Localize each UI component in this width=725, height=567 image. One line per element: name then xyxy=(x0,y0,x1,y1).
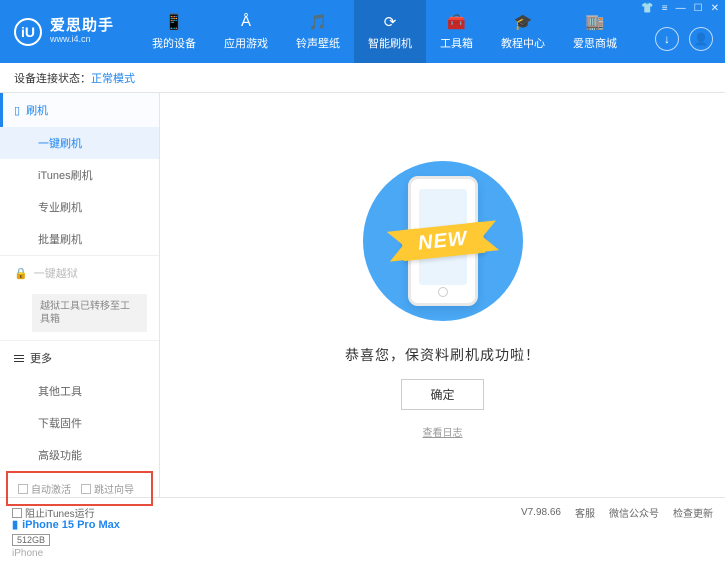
main-content: NEW 恭喜您，保资料刷机成功啦！ 确定 查看日志 xyxy=(160,93,725,497)
skip-guide-checkbox[interactable]: 跳过向导 xyxy=(81,481,134,496)
app-title: 爱思助手 xyxy=(50,18,114,35)
device-type: iPhone xyxy=(12,548,147,559)
checkbox-label: 阻止iTunes运行 xyxy=(25,505,95,520)
nav-label: 智能刷机 xyxy=(368,35,412,51)
app-url: www.i4.cn xyxy=(50,35,114,45)
checkbox-label: 跳过向导 xyxy=(94,481,134,496)
sidebar-item-download-firmware[interactable]: 下载固件 xyxy=(0,407,159,439)
sidebar-item-batch-flash[interactable]: 批量刷机 xyxy=(0,223,159,255)
tutorial-icon: 🎓 xyxy=(514,13,532,31)
sidebar-item-pro-flash[interactable]: 专业刷机 xyxy=(0,191,159,223)
hamburger-icon xyxy=(14,355,24,362)
download-button[interactable]: ↓ xyxy=(655,27,679,51)
device-info: ▮ iPhone 15 Pro Max 512GB iPhone xyxy=(0,512,159,567)
window-controls: 👕 ≡ — ☐ ✕ xyxy=(641,3,719,14)
nav-label: 铃声壁纸 xyxy=(296,35,340,51)
jailbreak-moved-note: 越狱工具已转移至工具箱 xyxy=(32,294,147,332)
flash-icon: ⟳ xyxy=(381,13,399,31)
menu-button[interactable]: ≡ xyxy=(662,3,668,14)
lock-icon: 🔒 xyxy=(14,267,28,280)
wechat-link[interactable]: 微信公众号 xyxy=(609,505,659,520)
nav-label: 工具箱 xyxy=(440,35,473,51)
nav-toolbox[interactable]: 🧰 工具箱 xyxy=(426,0,487,63)
version-label: V7.98.66 xyxy=(521,507,561,518)
sidebar-section-jailbreak: 🔒 一键越狱 xyxy=(0,256,159,290)
device-icon: 📱 xyxy=(165,13,183,31)
sidebar-item-other-tools[interactable]: 其他工具 xyxy=(0,375,159,407)
success-message: 恭喜您，保资料刷机成功啦！ xyxy=(345,345,540,365)
close-button[interactable]: ✕ xyxy=(711,3,719,14)
customer-service-link[interactable]: 客服 xyxy=(575,505,595,520)
sidebar-item-oneclick-flash[interactable]: 一键刷机 xyxy=(0,127,159,159)
sidebar-item-advanced[interactable]: 高级功能 xyxy=(0,439,159,471)
ok-button[interactable]: 确定 xyxy=(401,379,483,410)
logo: iU 爱思助手 www.i4.cn xyxy=(0,18,128,46)
nav-my-device[interactable]: 📱 我的设备 xyxy=(138,0,210,63)
auto-activate-checkbox[interactable]: 自动激活 xyxy=(18,481,71,496)
nav-apps-games[interactable]: Å 应用游戏 xyxy=(210,0,282,63)
device-name-text: iPhone 15 Pro Max xyxy=(22,519,120,531)
maximize-button[interactable]: ☐ xyxy=(694,3,703,14)
sidebar-item-itunes-flash[interactable]: iTunes刷机 xyxy=(0,159,159,191)
ringtone-icon: 🎵 xyxy=(309,13,327,31)
block-itunes-checkbox[interactable]: 阻止iTunes运行 xyxy=(12,505,95,520)
options-row: 自动激活 跳过向导 xyxy=(6,471,153,506)
sidebar-section-more[interactable]: 更多 xyxy=(0,341,159,375)
sidebar-section-flash[interactable]: ▯ 刷机 xyxy=(0,93,159,127)
sidebar-header-label: 刷机 xyxy=(26,102,48,118)
nav-smart-flash[interactable]: ⟳ 智能刷机 xyxy=(354,0,426,63)
device-storage: 512GB xyxy=(12,534,50,546)
toolbox-icon: 🧰 xyxy=(448,13,466,31)
phone-icon: ▯ xyxy=(14,104,20,117)
store-icon: 🏬 xyxy=(586,13,604,31)
nav-label: 爱思商城 xyxy=(573,35,617,51)
logo-icon: iU xyxy=(14,18,42,46)
status-bar: 设备连接状态： 正常模式 xyxy=(0,63,725,93)
header-actions: ↓ 👤 xyxy=(655,27,713,51)
app-header: iU 爱思助手 www.i4.cn 📱 我的设备 Å 应用游戏 🎵 铃声壁纸 ⟳ 智能刷… xyxy=(0,0,725,63)
sidebar-header-label: 更多 xyxy=(30,350,52,366)
apps-icon: Å xyxy=(237,13,255,31)
status-value: 正常模式 xyxy=(91,70,135,86)
success-illustration: NEW xyxy=(353,151,533,331)
nav-tutorials[interactable]: 🎓 教程中心 xyxy=(487,0,559,63)
nav-ringtones[interactable]: 🎵 铃声壁纸 xyxy=(282,0,354,63)
main-nav: 📱 我的设备 Å 应用游戏 🎵 铃声壁纸 ⟳ 智能刷机 🧰 工具箱 🎓 教程中心 🏬 爱思商城 xyxy=(138,0,631,63)
nav-label: 教程中心 xyxy=(501,35,545,51)
sidebar-header-label: 一键越狱 xyxy=(34,265,78,281)
checkbox-label: 自动激活 xyxy=(31,481,71,496)
sidebar: ▯ 刷机 一键刷机 iTunes刷机 专业刷机 批量刷机 🔒 一键越狱 越狱工具… xyxy=(0,93,160,497)
status-label: 设备连接状态： xyxy=(14,70,91,86)
view-log-link[interactable]: 查看日志 xyxy=(423,424,463,439)
nav-label: 应用游戏 xyxy=(224,35,268,51)
nav-store[interactable]: 🏬 爱思商城 xyxy=(559,0,631,63)
skin-button[interactable]: 👕 xyxy=(641,3,653,14)
user-button[interactable]: 👤 xyxy=(689,27,713,51)
check-update-link[interactable]: 检查更新 xyxy=(673,505,713,520)
nav-label: 我的设备 xyxy=(152,35,196,51)
minimize-button[interactable]: — xyxy=(676,3,686,14)
